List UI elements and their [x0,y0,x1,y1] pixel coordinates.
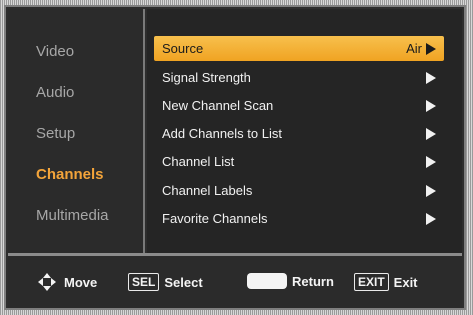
source-value: Air [406,41,422,56]
hint-return: Return [247,273,334,289]
arrow-right-icon [426,127,436,140]
move-arrows-icon [38,273,56,291]
category-setup[interactable]: Setup [36,125,75,142]
return-label: Return [292,273,334,289]
arrow-right-icon [426,99,436,112]
menu-item-add-channels-to-list[interactable]: Add Channels to List [154,121,444,146]
sel-key: SEL [128,273,160,291]
menu-item-label: Add Channels to List [162,126,282,141]
menu-item-channel-list[interactable]: Channel List [154,149,444,174]
arrow-right-icon [426,184,436,197]
menu-item-favorite-channels[interactable]: Favorite Channels [154,206,444,231]
arrow-right-icon [426,155,436,168]
tv-screen: Video Audio Setup Channels Multimedia So… [0,0,473,315]
menu-item-channel-labels[interactable]: Channel Labels [154,178,444,203]
menu-item-source[interactable]: Source Air [154,36,444,61]
hint-move: Move [38,273,97,291]
left-category-panel: Video Audio Setup Channels Multimedia [8,9,145,253]
arrow-right-icon [426,42,436,55]
exit-label: Exit [393,274,418,290]
menu-item-new-channel-scan[interactable]: New Channel Scan [154,93,444,118]
exit-key: EXIT [354,273,389,291]
move-label: Move [64,274,98,290]
category-multimedia[interactable]: Multimedia [36,207,109,224]
return-key-icon [247,273,287,289]
select-label: Select [164,274,203,290]
arrow-right-icon [426,71,436,84]
menu-item-signal-strength[interactable]: Signal Strength [154,65,444,90]
hint-exit: EXIT Exit [354,273,418,291]
category-audio[interactable]: Audio [36,84,74,101]
hint-select: SEL Select [128,273,203,291]
menu-item-label: Source [162,41,204,56]
category-channels[interactable]: Channels [36,166,104,183]
menu-item-label: Channel Labels [162,183,253,198]
menu-item-label: Favorite Channels [162,211,268,226]
channels-submenu-panel: Source Air Signal Strength New Channel S… [147,9,462,253]
menu-item-label: New Channel Scan [162,98,274,113]
osd-menu-frame: Video Audio Setup Channels Multimedia So… [4,5,466,310]
category-video[interactable]: Video [36,43,74,60]
bottom-hint-bar: Move SEL Select Return EXIT Exit [8,256,462,308]
menu-item-label: Channel List [162,154,235,169]
arrow-right-icon [426,212,436,225]
menu-item-label: Signal Strength [162,70,251,85]
